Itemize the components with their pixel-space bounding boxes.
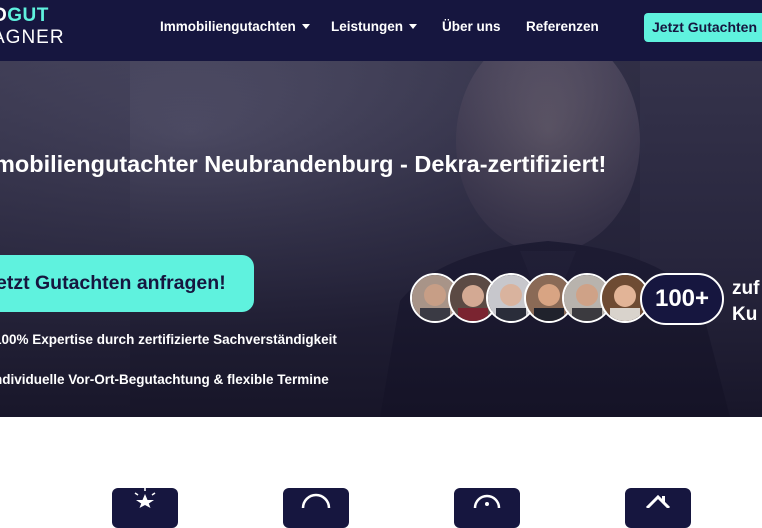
customer-count-label: zuf Ku bbox=[732, 278, 760, 325]
nav-item-referenzen[interactable]: Referenzen bbox=[526, 19, 599, 34]
badge-icon bbox=[473, 494, 501, 508]
feature-item: ndividuelle Vor-Ort-Begutachtung & flexi… bbox=[0, 372, 329, 387]
house-icon bbox=[645, 494, 671, 508]
nav-item-leistungen[interactable]: Leistungen bbox=[331, 19, 418, 34]
nav-item-label: Über uns bbox=[442, 19, 501, 34]
logo-text-highlight: GUT bbox=[7, 5, 49, 26]
logo[interactable]: OGUT AGNER bbox=[0, 6, 65, 47]
service-tile-1 bbox=[112, 488, 178, 528]
service-tile-3 bbox=[454, 488, 520, 528]
hero-title: mobiliengutachter Neubrandenburg - Dekra… bbox=[0, 151, 607, 177]
service-tile-4 bbox=[625, 488, 691, 528]
hero-section: mobiliengutachter Neubrandenburg - Dekra… bbox=[0, 61, 762, 417]
nav-item-ueber-uns[interactable]: Über uns bbox=[442, 19, 501, 34]
header-cta-button[interactable]: Jetzt Gutachten bbox=[644, 13, 762, 42]
circle-icon bbox=[301, 493, 331, 508]
chevron-down-icon bbox=[301, 24, 310, 29]
feature-item: 100% Expertise durch zertifizierte Sachv… bbox=[0, 332, 337, 347]
hero-cta-button[interactable]: etzt Gutachten anfragen! bbox=[0, 255, 254, 312]
nav-item-label: Leistungen bbox=[331, 19, 404, 34]
chevron-down-icon bbox=[409, 24, 418, 29]
star-icon bbox=[134, 488, 156, 508]
customer-count-badge: 100+ bbox=[640, 273, 724, 325]
site-header: OGUT AGNER Immobiliengutachten Leistunge… bbox=[0, 0, 762, 61]
nav-item-immobiliengutachten[interactable]: Immobiliengutachten bbox=[160, 19, 310, 34]
nav-item-label: Referenzen bbox=[526, 19, 599, 34]
logo-text-bottom: AGNER bbox=[0, 27, 65, 48]
service-tile-2 bbox=[283, 488, 349, 528]
nav-item-label: Immobiliengutachten bbox=[160, 19, 296, 34]
